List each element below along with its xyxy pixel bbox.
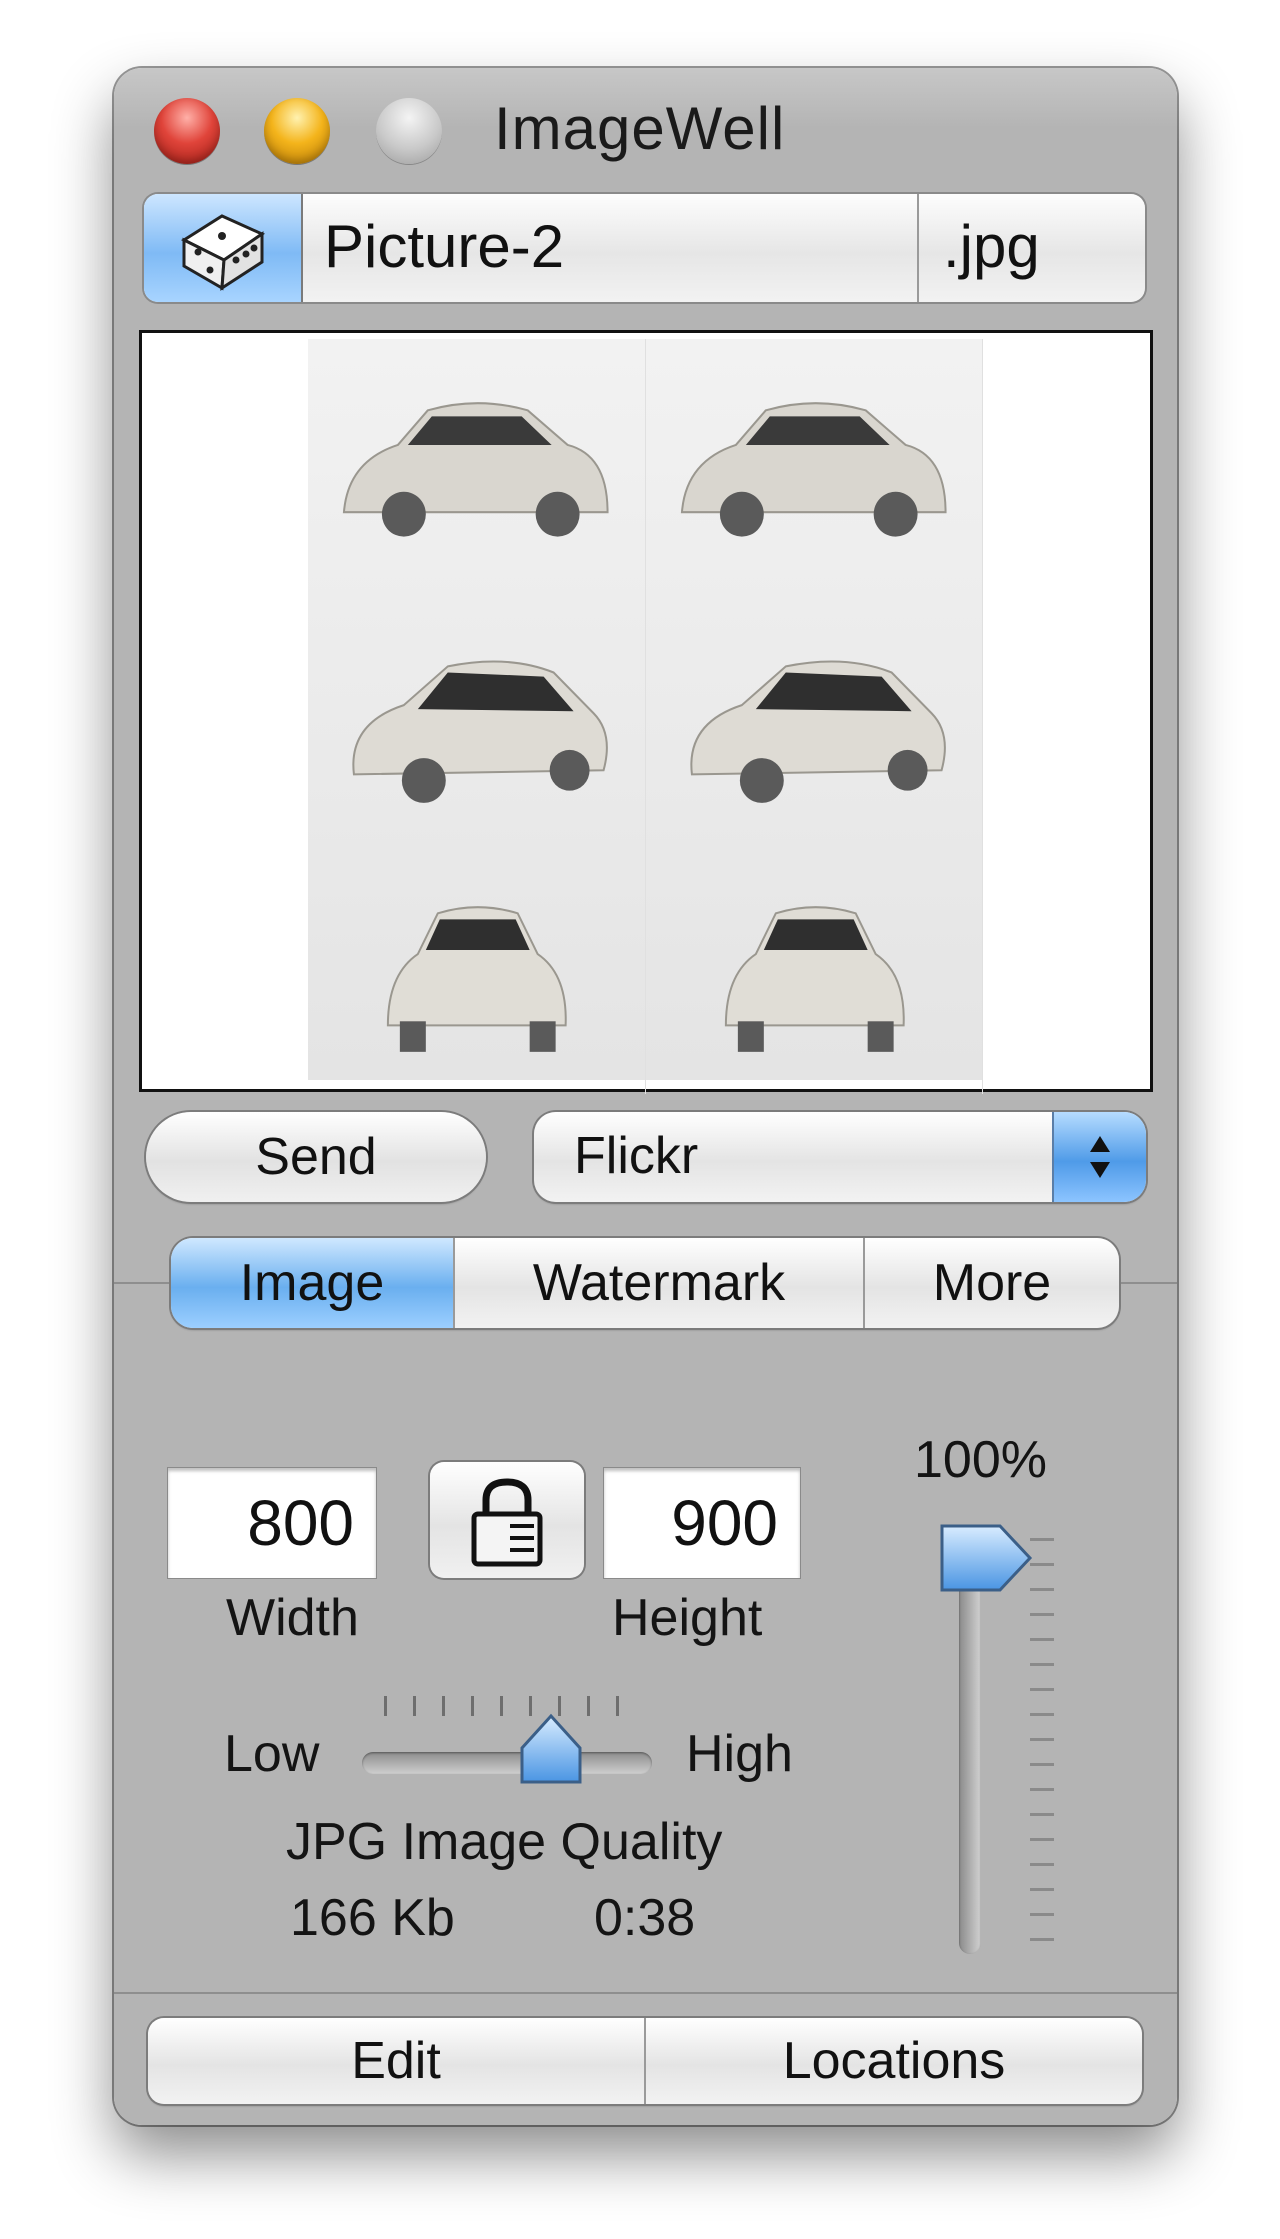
window-title: ImageWell bbox=[494, 95, 786, 162]
quality-low-label: Low bbox=[224, 1725, 320, 1783]
service-selected: Flickr bbox=[574, 1127, 699, 1185]
zoom-button[interactable] bbox=[376, 98, 442, 164]
quality-slider[interactable] bbox=[362, 1752, 652, 1774]
car-thumbnail bbox=[646, 590, 983, 843]
tab-more[interactable]: More bbox=[865, 1238, 1119, 1328]
car-thumbnail bbox=[308, 842, 646, 1094]
popup-arrows-icon bbox=[1052, 1112, 1146, 1202]
send-button[interactable]: Send bbox=[146, 1112, 486, 1202]
extension-field[interactable]: .jpg bbox=[917, 194, 1145, 302]
quality-slider-thumb[interactable] bbox=[516, 1712, 586, 1788]
bottom-button-bar: Edit Locations bbox=[148, 2018, 1142, 2104]
car-thumbnail bbox=[308, 590, 646, 843]
preview-image bbox=[308, 339, 983, 1094]
edit-button[interactable]: Edit bbox=[148, 2018, 646, 2104]
service-popup[interactable]: Flickr bbox=[534, 1112, 1146, 1202]
upload-time-readout: 0:38 bbox=[594, 1889, 696, 1947]
file-size-readout: 166 Kb bbox=[290, 1889, 455, 1947]
minimize-button[interactable] bbox=[264, 98, 330, 164]
scale-slider[interactable] bbox=[959, 1538, 981, 1954]
bottom-divider bbox=[114, 1992, 1177, 1994]
tab-watermark[interactable]: Watermark bbox=[455, 1238, 865, 1328]
width-label: Width bbox=[226, 1589, 359, 1647]
tab-image[interactable]: Image bbox=[171, 1238, 455, 1328]
quality-high-label: High bbox=[686, 1725, 793, 1783]
extension-label: .jpg bbox=[943, 213, 1040, 280]
tab-bar: Image Watermark More bbox=[171, 1238, 1119, 1328]
car-thumbnail bbox=[308, 339, 646, 591]
height-input[interactable]: 900 bbox=[604, 1468, 800, 1578]
imagewell-window: ImageWell Picture-2 .jpg Send Flickr Ima… bbox=[114, 68, 1177, 2125]
scale-slider-ticks bbox=[1030, 1538, 1060, 1941]
width-input[interactable]: 800 bbox=[168, 1468, 376, 1578]
close-button[interactable] bbox=[154, 98, 220, 164]
lock-icon bbox=[471, 1478, 543, 1567]
quality-caption: JPG Image Quality bbox=[286, 1813, 723, 1871]
scale-slider-thumb[interactable] bbox=[936, 1520, 1036, 1596]
random-name-button[interactable] bbox=[144, 194, 303, 302]
filename-field[interactable]: Picture-2 bbox=[324, 212, 564, 281]
car-thumbnail bbox=[646, 842, 983, 1094]
locations-button[interactable]: Locations bbox=[646, 2018, 1142, 2104]
scale-percent-label: 100% bbox=[914, 1431, 1047, 1489]
filename-bar: Picture-2 .jpg bbox=[144, 194, 1145, 302]
aspect-lock-button[interactable] bbox=[430, 1462, 584, 1578]
dice-icon bbox=[180, 214, 266, 291]
quality-slider-ticks bbox=[384, 1696, 624, 1718]
image-preview[interactable] bbox=[139, 330, 1153, 1094]
height-label: Height bbox=[612, 1589, 763, 1647]
car-thumbnail bbox=[646, 339, 983, 591]
